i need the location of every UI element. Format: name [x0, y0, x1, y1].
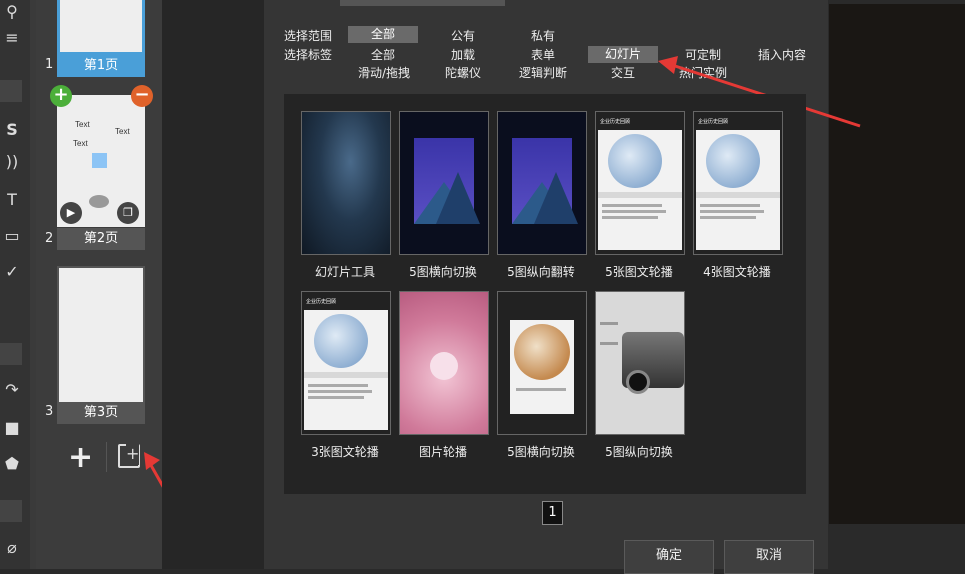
tool-slot[interactable] [0, 343, 22, 365]
menu-icon[interactable]: ≡ [0, 28, 24, 48]
page-label[interactable]: 第3页 [57, 402, 145, 424]
template-card-label: 5图横向切换 [507, 445, 575, 459]
thumb-text: Text [75, 120, 90, 129]
page-number: 1 [45, 57, 54, 72]
page-label[interactable]: 第2页 [57, 228, 145, 250]
scope-option-all[interactable]: 全部 [348, 26, 418, 43]
scope-option-private[interactable]: 私有 [528, 27, 558, 44]
tag-option-slideshow[interactable]: 幻灯片 [588, 46, 658, 63]
dialog-top-bar [340, 0, 505, 6]
link-tool-icon[interactable]: ⌀ [0, 538, 24, 558]
page-thumbnail-3[interactable] [57, 266, 145, 404]
template-card-label: 幻灯片工具 [314, 265, 375, 279]
template-card[interactable]: 企业历史回顾 [595, 111, 685, 255]
page-thumbnail-1[interactable] [57, 0, 145, 55]
page-label[interactable]: 第1页 [57, 55, 145, 77]
rect-tool-icon[interactable]: ■ [0, 418, 24, 438]
page-indicator[interactable]: 1 [542, 501, 563, 525]
chart-tool-icon[interactable]: ✓ [0, 262, 24, 282]
template-card-label: 5图纵向切换 [605, 445, 673, 459]
card-heading: 企业历史回顾 [306, 299, 337, 305]
scope-option-public[interactable]: 公有 [448, 27, 478, 44]
tag-option-all[interactable]: 全部 [368, 46, 398, 63]
template-card[interactable] [595, 291, 685, 435]
tag-option-logic[interactable]: 逻辑判断 [516, 64, 570, 81]
template-card[interactable] [399, 111, 489, 255]
scope-label: 选择范围 [284, 29, 333, 43]
template-card-label: 5图横向切换 [409, 265, 477, 279]
template-card[interactable] [399, 291, 489, 435]
thumb-text: Text [73, 139, 88, 148]
add-page-icon[interactable]: + [50, 85, 72, 107]
template-card[interactable]: 企业历史回顾 [301, 291, 391, 435]
tag-option-loading[interactable]: 加载 [448, 46, 478, 63]
tag-option-form[interactable]: 表单 [528, 46, 558, 63]
page-number: 2 [45, 231, 54, 246]
template-card-label: 4张图文轮播 [703, 265, 771, 279]
remove-page-icon[interactable]: − [131, 85, 153, 107]
page-number: 3 [45, 404, 54, 419]
template-card-label: 图片轮播 [418, 445, 467, 459]
text-tool-icon[interactable]: T [0, 190, 24, 210]
template-card-label: 5张图文轮播 [605, 265, 673, 279]
tag-option-gyroscope[interactable]: 陀螺仪 [442, 64, 484, 81]
play-icon[interactable]: ▶ [60, 202, 82, 224]
thumb-image-block [92, 153, 107, 168]
tool-slot[interactable] [0, 80, 22, 102]
page-thumbnail-2[interactable]: Text Text Text ▶ ❐ [57, 95, 145, 227]
template-card-label: 3张图文轮播 [311, 445, 379, 459]
thumb-text: Text [115, 127, 130, 136]
template-card[interactable] [301, 111, 391, 255]
tool-strip: ⚲ ≡ S )) T ▭ ✓ ↷ ■ ⬟ ⌀ [0, 0, 30, 569]
comment-tool-icon[interactable]: ▭ [0, 226, 24, 246]
curve-tool-icon[interactable]: ↷ [0, 380, 24, 400]
search-icon[interactable]: ⚲ [0, 2, 24, 22]
template-card-label: 5图纵向翻转 [507, 265, 575, 279]
copy-icon[interactable]: ❐ [117, 202, 139, 224]
card-heading: 企业历史回顾 [600, 119, 631, 125]
tool-slot[interactable] [0, 500, 22, 522]
template-card[interactable]: 企业历史回顾 [693, 111, 783, 255]
workspace-gap [162, 0, 264, 569]
thumb-ellipse [89, 195, 109, 208]
shape-tool-icon[interactable]: S [0, 120, 24, 140]
tag-label: 选择标签 [284, 48, 333, 62]
tag-option-swipe-drag[interactable]: 滑动/拖拽 [356, 64, 412, 81]
tag-option-interaction[interactable]: 交互 [608, 64, 638, 81]
page-list-panel: 1 第1页 Text Text Text ▶ ❐ + − 2 第2页 3 第3页… [36, 0, 188, 569]
audio-tool-icon[interactable]: )) [0, 152, 24, 172]
template-card[interactable] [497, 111, 587, 255]
card-heading: 企业历史回顾 [698, 119, 729, 125]
add-page-button[interactable]: + [68, 440, 93, 475]
pentagon-tool-icon[interactable]: ⬟ [0, 454, 24, 474]
template-card[interactable] [497, 291, 587, 435]
divider [106, 442, 107, 472]
